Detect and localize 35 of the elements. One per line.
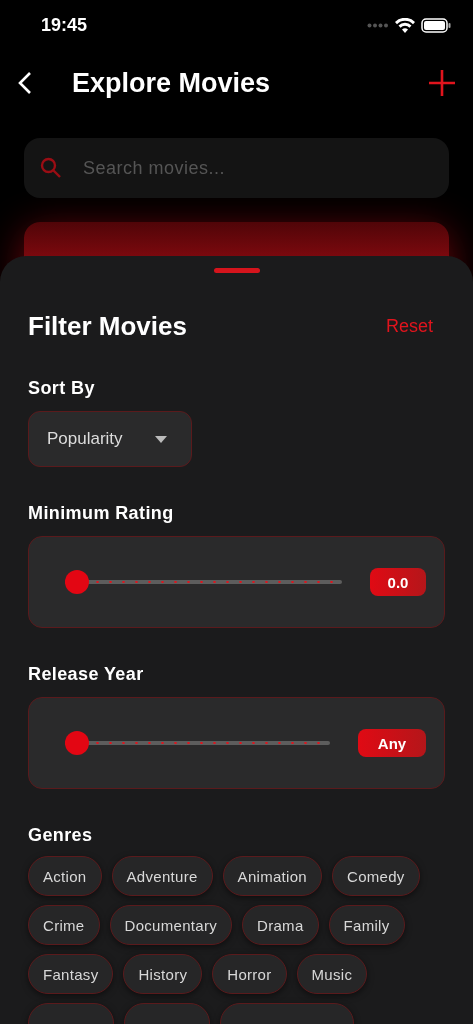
- signal-icon: [367, 22, 389, 28]
- section-label: Sort By: [28, 378, 96, 399]
- battery-icon: [421, 17, 451, 33]
- section-label: Release Year: [28, 664, 145, 685]
- genre-chip[interactable]: Comedy: [332, 856, 420, 896]
- slider-thumb[interactable]: [65, 570, 89, 594]
- value-badge: Any: [358, 729, 426, 757]
- search-field[interactable]: Search movies...: [24, 138, 449, 198]
- genre-chip[interactable]: Horror: [212, 954, 287, 994]
- section-label: Genres: [28, 825, 94, 846]
- sort-dropdown[interactable]: Popularity: [28, 411, 192, 467]
- sheet-title: Filter Movies: [28, 311, 187, 342]
- genre-chip[interactable]: Family: [328, 905, 405, 945]
- genre-chip[interactable]: History: [123, 954, 203, 994]
- genre-chip[interactable]: Adventure: [111, 856, 213, 896]
- drag-handle[interactable]: [213, 268, 260, 273]
- genre-chip[interactable]: Documentary: [109, 905, 232, 945]
- value-badge: 0.0: [370, 568, 426, 596]
- screen-title: Explore Movies: [72, 67, 272, 99]
- wifi-icon: [395, 17, 415, 33]
- slider-track[interactable]: [65, 570, 342, 594]
- genre-chip[interactable]: Music: [296, 954, 368, 994]
- slider-thumb[interactable]: [65, 731, 89, 755]
- add-icon[interactable]: [429, 70, 455, 96]
- slider-track[interactable]: [65, 731, 330, 755]
- reset-button[interactable]: Reset: [385, 316, 433, 337]
- genre-chip[interactable]: Drama: [242, 905, 319, 945]
- genre-chip[interactable]: Animation: [222, 856, 322, 896]
- caret-icon: [155, 435, 167, 443]
- status-time: 19:45: [41, 14, 88, 36]
- section-label: Minimum Rating: [28, 503, 175, 524]
- genre-chip[interactable]: Action: [28, 856, 102, 896]
- genre-chip[interactable]: Fantasy: [28, 954, 114, 994]
- back-icon[interactable]: [18, 71, 32, 95]
- genre-chip[interactable]: Crime: [28, 905, 100, 945]
